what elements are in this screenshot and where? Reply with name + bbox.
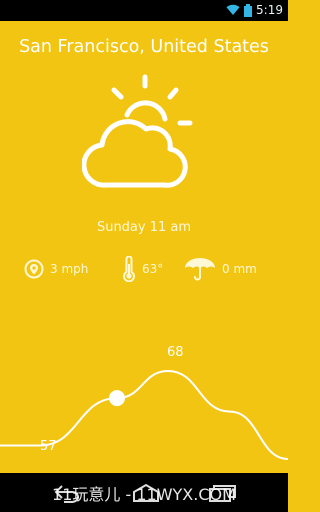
- temperature-chart: 57 68: [0, 345, 288, 460]
- clock: 5:19: [256, 3, 283, 17]
- thermometer-icon: [123, 256, 135, 282]
- forecast-time: Sunday 11 am: [96, 220, 192, 235]
- umbrella-icon: [185, 258, 215, 281]
- high-temperature-label: 68: [167, 345, 184, 360]
- status-bar: 5:19: [0, 0, 288, 21]
- battery-icon: [244, 4, 252, 17]
- low-temperature-label: 57: [40, 439, 57, 454]
- wind-value: 3 mph: [50, 262, 89, 276]
- weather-screen: San Francisco, United States Sunday 11 a…: [0, 21, 288, 473]
- current-hour-marker[interactable]: [109, 390, 125, 407]
- temperature-metric: 63°: [122, 256, 164, 282]
- wifi-icon: [226, 4, 240, 16]
- watermark-text: 11玩意儿 - 11WYX.COM: [52, 485, 236, 504]
- location-title[interactable]: San Francisco, United States: [0, 37, 288, 57]
- wind-metric: 3 mph: [24, 257, 88, 281]
- wind-icon: [24, 259, 44, 279]
- precipitation-value: 0 mm: [222, 262, 257, 276]
- navigation-bar: 11玩意儿 - 11WYX.COM: [0, 473, 288, 512]
- temperature-value: 63°: [142, 262, 164, 276]
- partly-cloudy-icon: [82, 74, 193, 188]
- precipitation-metric: 0 mm: [184, 257, 257, 281]
